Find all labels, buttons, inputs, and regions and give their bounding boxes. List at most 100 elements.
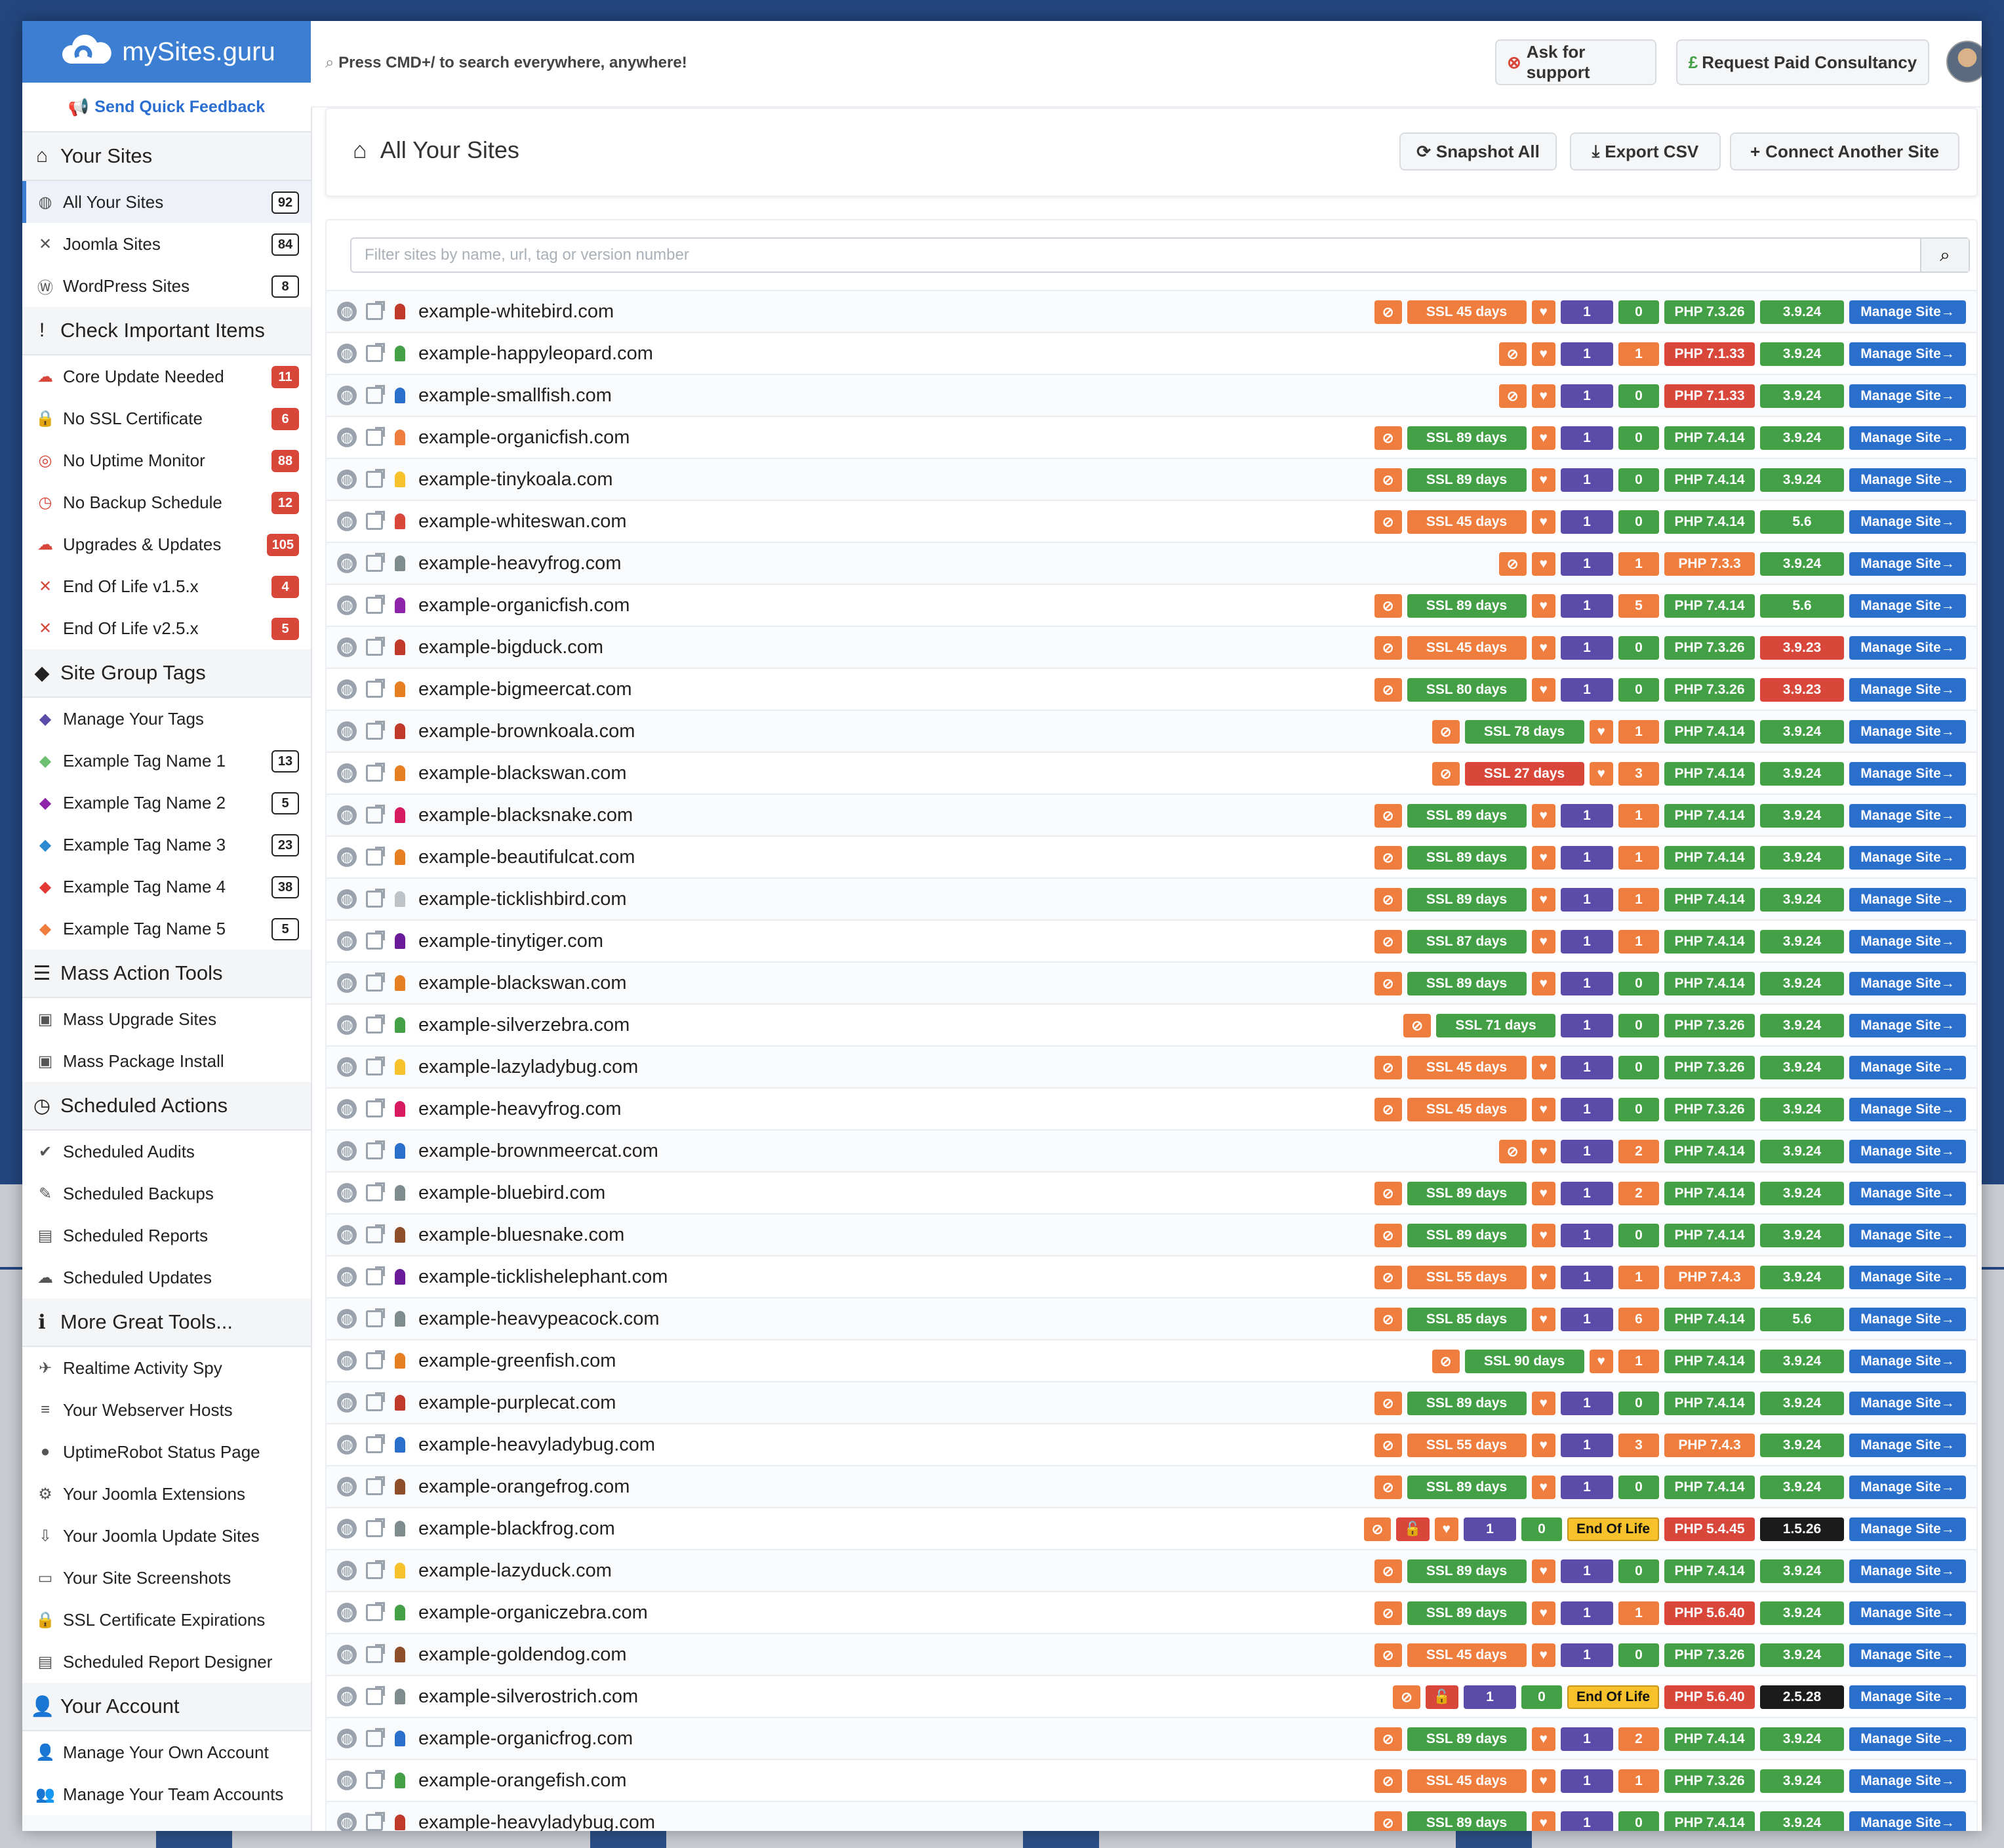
globe-icon[interactable]: ◍ (337, 679, 357, 699)
manage-site-button[interactable]: Manage Site → (1849, 1014, 1966, 1037)
site-url[interactable]: example-silverostrich.com (418, 1686, 638, 1708)
no-uptime-monitor-badge[interactable]: ⊘ (1374, 930, 1402, 954)
joomla-version-badge[interactable]: 3.9.24 (1760, 1056, 1844, 1079)
php-version-badge[interactable]: PHP 5.4.45 (1664, 1517, 1755, 1541)
tag-count-badge[interactable]: 1 (1561, 1014, 1613, 1037)
extension-updates-badge[interactable]: 0 (1618, 1643, 1659, 1667)
php-version-badge[interactable]: PHP 7.3.26 (1664, 636, 1755, 660)
tag-count-badge[interactable]: 1 (1561, 300, 1613, 324)
health-badge[interactable]: ♥ (1531, 552, 1555, 576)
no-uptime-monitor-badge[interactable]: ⊘ (1374, 678, 1402, 702)
tag-count-badge[interactable]: 1 (1561, 1182, 1613, 1205)
no-uptime-monitor-badge[interactable]: ⊘ (1363, 1517, 1392, 1541)
site-url[interactable]: example-greenfish.com (418, 1350, 616, 1372)
joomla-version-badge[interactable]: 3.9.24 (1760, 1643, 1844, 1667)
tag-count-badge[interactable]: 1 (1561, 1308, 1613, 1331)
extension-updates-badge[interactable]: 0 (1618, 1098, 1659, 1121)
extension-updates-badge[interactable]: 0 (1618, 972, 1659, 995)
php-version-badge[interactable]: PHP 7.4.14 (1664, 846, 1755, 870)
joomla-version-badge[interactable]: 3.9.24 (1760, 1476, 1844, 1499)
ssl-badge[interactable]: SSL 89 days (1407, 1392, 1527, 1415)
manage-site-button[interactable]: Manage Site → (1849, 1685, 1966, 1709)
health-badge[interactable]: ♥ (1531, 1727, 1555, 1751)
ssl-badge[interactable]: SSL 89 days (1407, 1476, 1527, 1499)
ask-support-button[interactable]: ⊗ Ask for support (1495, 39, 1656, 85)
joomla-version-badge[interactable]: 3.9.24 (1760, 468, 1844, 492)
globe-icon[interactable]: ◍ (337, 889, 357, 909)
external-link-icon[interactable] (366, 1728, 385, 1747)
site-url[interactable]: example-organicfrog.com (418, 1728, 633, 1750)
globe-icon[interactable]: ◍ (337, 847, 357, 867)
php-version-badge[interactable]: PHP 7.4.14 (1664, 930, 1755, 954)
globe-icon[interactable]: ◍ (337, 1183, 357, 1203)
health-badge[interactable]: ♥ (1531, 342, 1555, 366)
joomla-version-badge[interactable]: 3.9.24 (1760, 1140, 1844, 1163)
health-badge[interactable]: ♥ (1531, 594, 1555, 618)
wordpress-version-badge[interactable]: 5.6 (1760, 1308, 1844, 1331)
php-version-badge[interactable]: PHP 7.4.14 (1664, 468, 1755, 492)
manage-site-button[interactable]: Manage Site → (1849, 426, 1966, 450)
globe-icon[interactable]: ◍ (337, 637, 357, 657)
extension-updates-badge[interactable]: 1 (1618, 720, 1659, 744)
joomla-version-badge[interactable]: 3.9.24 (1760, 804, 1844, 828)
joomla-version-badge[interactable]: 3.9.23 (1760, 636, 1844, 660)
external-link-icon[interactable] (366, 1266, 385, 1285)
manage-site-button[interactable]: Manage Site → (1849, 1098, 1966, 1121)
no-uptime-monitor-badge[interactable]: ⊘ (1498, 342, 1527, 366)
tag-count-badge[interactable]: 1 (1561, 930, 1613, 954)
php-version-badge[interactable]: PHP 7.3.26 (1664, 678, 1755, 702)
php-version-badge[interactable]: PHP 7.4.14 (1664, 594, 1755, 618)
no-uptime-monitor-badge[interactable]: ⊘ (1374, 804, 1402, 828)
health-badge[interactable]: ♥ (1531, 426, 1555, 450)
extension-updates-badge[interactable]: 0 (1618, 636, 1659, 660)
external-link-icon[interactable] (366, 889, 385, 908)
php-version-badge[interactable]: PHP 7.4.14 (1664, 1350, 1755, 1373)
no-uptime-monitor-badge[interactable]: ⊘ (1498, 552, 1527, 576)
manage-site-button[interactable]: Manage Site → (1849, 1643, 1966, 1667)
extension-updates-badge[interactable]: 1 (1618, 1769, 1659, 1793)
external-link-icon[interactable] (366, 553, 385, 572)
no-uptime-monitor-badge[interactable]: ⊘ (1374, 1266, 1402, 1289)
globe-icon[interactable]: ◍ (337, 1645, 357, 1664)
no-uptime-monitor-badge[interactable]: ⊘ (1374, 1224, 1402, 1247)
site-url[interactable]: example-beautifulcat.com (418, 847, 635, 868)
manage-site-button[interactable]: Manage Site → (1849, 594, 1966, 618)
manage-site-button[interactable]: Manage Site → (1849, 846, 1966, 870)
extension-updates-badge[interactable]: 6 (1618, 1308, 1659, 1331)
external-link-icon[interactable] (366, 1602, 385, 1621)
sidebar-item[interactable]: 👤 Manage Your Own Account (22, 1731, 311, 1773)
ssl-badge[interactable]: SSL 80 days (1407, 678, 1527, 702)
no-uptime-monitor-badge[interactable]: ⊘ (1374, 1476, 1402, 1499)
external-link-icon[interactable] (366, 805, 385, 824)
health-badge[interactable]: ♥ (1589, 720, 1613, 744)
snapshot-all-button[interactable]: ⟳ Snapshot All (1399, 132, 1557, 171)
globe-icon[interactable]: ◍ (337, 302, 357, 321)
site-url[interactable]: example-heavyladybug.com (418, 1812, 655, 1832)
no-uptime-monitor-badge[interactable]: ⊘ (1374, 426, 1402, 450)
globe-icon[interactable]: ◍ (337, 595, 357, 615)
site-url[interactable]: example-heavyladybug.com (418, 1434, 655, 1456)
global-search-hint[interactable]: ⌕ Press CMD+/ to search everywhere, anyw… (325, 54, 687, 72)
no-uptime-monitor-badge[interactable]: ⊘ (1374, 510, 1402, 534)
extension-updates-badge[interactable]: 0 (1521, 1685, 1562, 1709)
joomla-version-badge[interactable]: 3.9.24 (1760, 426, 1844, 450)
ssl-badge[interactable]: SSL 85 days (1407, 1308, 1527, 1331)
joomla-version-badge[interactable]: 3.9.24 (1760, 930, 1844, 954)
tag-count-badge[interactable]: 1 (1561, 426, 1613, 450)
send-feedback-link[interactable]: 📢 Send Quick Feedback (22, 83, 311, 132)
extension-updates-badge[interactable]: 0 (1618, 1392, 1659, 1415)
health-badge[interactable]: ♥ (1531, 1811, 1555, 1831)
manage-site-button[interactable]: Manage Site → (1849, 888, 1966, 912)
ssl-badge[interactable]: SSL 89 days (1407, 1811, 1527, 1831)
site-url[interactable]: example-purplecat.com (418, 1392, 616, 1414)
tag-count-badge[interactable]: 1 (1561, 972, 1613, 995)
extension-updates-badge[interactable]: 3 (1618, 762, 1659, 786)
health-badge[interactable]: ♥ (1531, 1476, 1555, 1499)
sidebar-item[interactable]: ◆ Example Tag Name 1 13 (22, 740, 311, 782)
tag-count-badge[interactable]: 1 (1561, 1224, 1613, 1247)
no-uptime-monitor-badge[interactable]: ⊘ (1374, 1559, 1402, 1583)
php-version-badge[interactable]: PHP 7.3.26 (1664, 1056, 1755, 1079)
avatar[interactable] (1946, 41, 1982, 83)
sidebar-item[interactable]: ☁ Upgrades & Updates 105 (22, 523, 311, 565)
tag-count-badge[interactable]: 1 (1561, 1056, 1613, 1079)
